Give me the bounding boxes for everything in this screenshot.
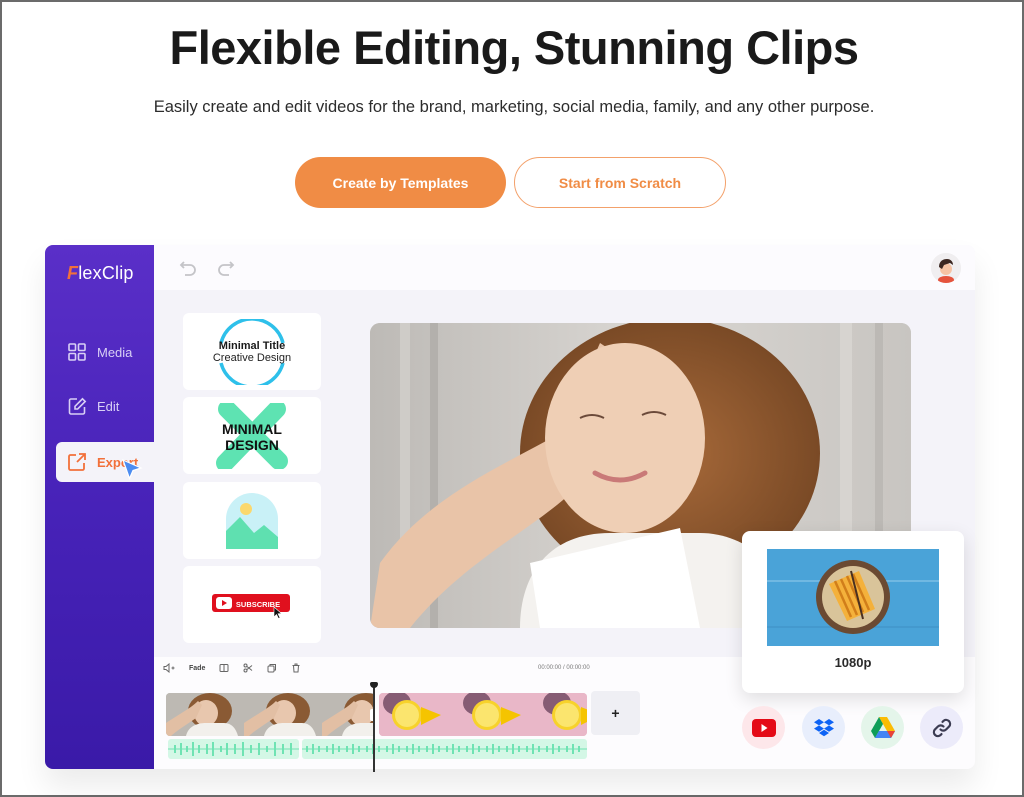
export-preview-card: 1080p — [742, 531, 964, 693]
hero-subtitle: Easily create and edit videos for the br… — [153, 98, 875, 116]
user-avatar[interactable] — [931, 253, 961, 283]
flexclip-logo: FlexClip — [67, 263, 134, 283]
export-resolution: 1080p — [834, 655, 872, 670]
timeline-time: 00:00:00 / 00:00:00 — [538, 665, 590, 671]
clip-thumbnails — [379, 693, 587, 736]
clip-thumbnails — [166, 693, 375, 736]
link-icon — [932, 718, 951, 737]
subscribe-label: SUBSCRIBE — [236, 600, 280, 609]
split-icon[interactable] — [219, 663, 229, 673]
google-drive-icon — [870, 717, 895, 738]
template-minimal-title[interactable]: Minimal Title Creative Design — [183, 313, 321, 390]
export-icon — [67, 452, 87, 472]
start-from-scratch-button[interactable]: Start from Scratch — [514, 157, 726, 208]
add-clip-button[interactable]: + — [591, 691, 640, 735]
sidebar: FlexClip Media Edit Export — [45, 245, 154, 769]
duplicate-icon[interactable] — [267, 663, 277, 673]
scissors-icon[interactable] — [243, 663, 253, 673]
template-design-line1: MINIMAL — [222, 421, 282, 437]
template-minimal-design[interactable]: MINIMAL DESIGN — [183, 397, 321, 474]
editor-toolbar — [154, 245, 975, 290]
mouse-cursor-icon — [121, 458, 143, 481]
page-frame: Flexible Editing, Stunning Clips Easily … — [0, 0, 1024, 797]
youtube-icon — [751, 718, 776, 737]
create-by-templates-button[interactable]: Create by Templates — [295, 157, 506, 208]
audio-track-1[interactable] — [168, 739, 299, 759]
audio-track-2[interactable] — [302, 739, 587, 759]
template-design-line2: DESIGN — [225, 437, 279, 453]
share-google-drive-button[interactable] — [861, 706, 904, 749]
share-youtube-button[interactable] — [742, 706, 785, 749]
dropbox-icon — [813, 718, 834, 736]
grid-icon — [67, 342, 87, 362]
timeline-playhead[interactable] — [370, 682, 378, 772]
undo-icon[interactable] — [178, 258, 198, 278]
export-thumbnail — [767, 549, 939, 646]
volume-icon[interactable] — [163, 663, 175, 673]
edit-icon — [67, 396, 87, 416]
redo-icon[interactable] — [216, 258, 236, 278]
waveform — [302, 744, 587, 754]
share-link-button[interactable] — [920, 706, 963, 749]
template-title-line2: Creative Design — [213, 352, 291, 364]
sidebar-item-label: Edit — [97, 398, 120, 414]
waveform — [168, 742, 299, 756]
sidebar-item-media[interactable]: Media — [45, 332, 154, 372]
template-image-placeholder[interactable] — [183, 482, 321, 559]
share-dropbox-button[interactable] — [802, 706, 845, 749]
timeline-clip-lemons[interactable] — [379, 693, 587, 736]
fade-button[interactable]: Fade — [189, 665, 205, 672]
image-icon — [226, 492, 278, 549]
timeline-clip-video[interactable] — [166, 693, 375, 736]
sidebar-item-label: Media — [97, 344, 133, 360]
hero-title: Flexible Editing, Stunning Clips — [169, 21, 860, 74]
template-title-line1: Minimal Title — [219, 340, 285, 352]
timeline-toolbar: Fade — [163, 663, 301, 673]
delete-icon[interactable] — [291, 663, 301, 673]
template-subscribe[interactable]: SUBSCRIBE — [183, 566, 321, 643]
sidebar-item-edit[interactable]: Edit — [45, 386, 154, 426]
